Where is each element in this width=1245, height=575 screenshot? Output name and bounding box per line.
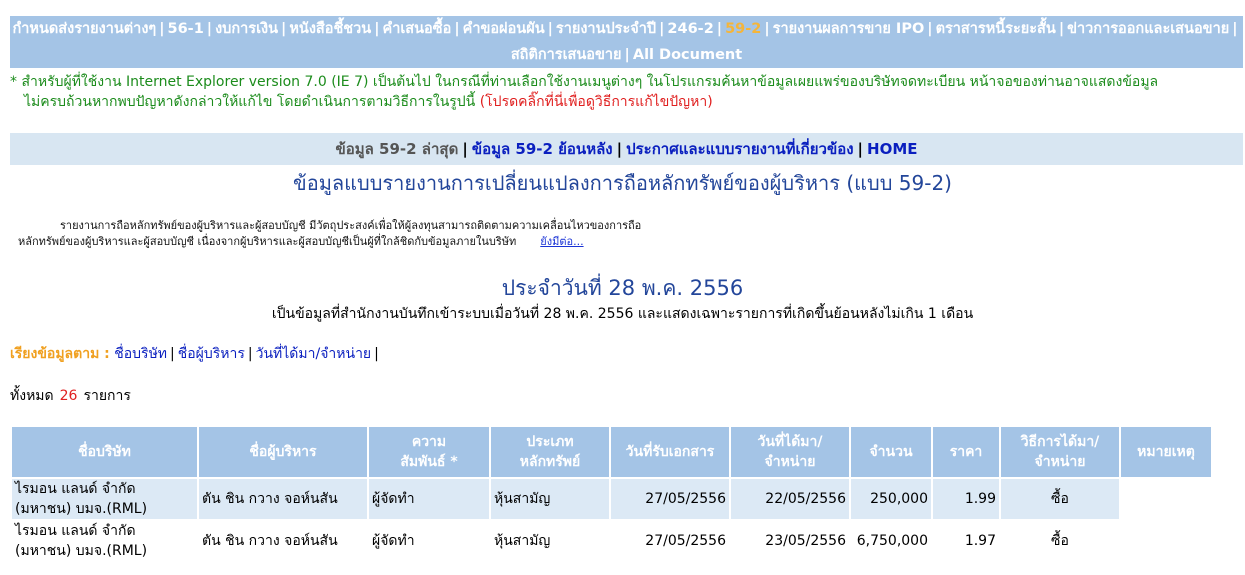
col-remark: หมายเหตุ xyxy=(1121,427,1211,477)
nav-separator: | xyxy=(716,21,723,37)
nav-deadlines[interactable]: กำหนดส่งรายงานต่างๆ xyxy=(12,21,156,37)
nav-annual-report[interactable]: รายงานประจำปี xyxy=(556,21,656,37)
cell-amount: 250,000 xyxy=(851,479,931,519)
sort-by-trade-date[interactable]: วันที่ได้มา/จำหน่าย xyxy=(256,346,372,362)
nav-separator: | xyxy=(206,21,213,37)
nav-separator: | xyxy=(1232,21,1238,37)
col-method: วิธีการได้มา/ จำหน่าย xyxy=(1001,427,1119,477)
total-number: 26 xyxy=(59,388,78,404)
ie-compatibility-note: * สำหรับผู้ที่ใช้งาน Internet Explorer v… xyxy=(10,72,1240,112)
top-navigation: กำหนดส่งรายงานต่างๆ | 56-1 | งบการเงิน | หนังส… xyxy=(10,16,1243,68)
cell-received-date: 27/05/2556 xyxy=(611,479,729,519)
date-description: เป็นข้อมูลที่สำนักงานบันทึกเข้าระบบเมื่อ… xyxy=(271,306,974,322)
subnav-separator: | xyxy=(462,140,468,158)
col-executive: ชื่อผู้บริหาร xyxy=(199,427,367,477)
cell-company: ไรมอน แลนด์ จำกัด (มหาชน) บมจ.(RML) xyxy=(12,521,197,561)
nav-separator: | xyxy=(281,21,287,37)
cell-method: ซื้อ xyxy=(1001,479,1119,519)
cell-price: 1.97 xyxy=(933,521,999,561)
date-title: ประจำวันที่ 28 พ.ค. 2556 xyxy=(501,276,744,300)
nav-prospectus[interactable]: หนังสือชี้ชวน xyxy=(289,21,371,37)
sort-separator: | xyxy=(374,346,379,362)
col-security-type: ประเภท หลักทรัพย์ xyxy=(491,427,609,477)
ie-fix-link[interactable]: (โปรดคลิ๊กที่นี่เพื่อดูวิธีการแก้ไขปัญหา… xyxy=(480,94,713,110)
sort-by-company[interactable]: ชื่อบริษัท xyxy=(114,346,167,362)
cell-executive: ตัน ชิน กวาง จอห์นสัน xyxy=(199,521,367,561)
nav-ipo-sales-report[interactable]: รายงานผลการขาย IPO xyxy=(773,21,925,37)
intro-line-1: รายงานการถือหลักทรัพย์ของผู้บริหารและผู้… xyxy=(60,219,642,232)
nav-separator: | xyxy=(927,21,933,37)
nav-offering-statistics[interactable]: สถิติการเสนอขาย xyxy=(511,47,622,63)
subnav-announcements-link[interactable]: ประกาศและแบบรายงานที่เกี่ยวข้อง xyxy=(626,140,853,158)
read-more-link[interactable]: ยังมีต่อ... xyxy=(540,235,583,248)
nav-separator: | xyxy=(547,21,553,37)
total-suffix: รายการ xyxy=(83,388,131,404)
nav-waiver-request[interactable]: คำขอผ่อนผัน xyxy=(463,21,545,37)
cell-amount: 6,750,000 xyxy=(851,521,931,561)
cell-remark xyxy=(1121,521,1211,561)
cell-remark xyxy=(1121,479,1211,519)
nav-separator: | xyxy=(659,21,665,37)
sort-bar: เรียงข้อมูลตาม : ชื่อบริษัท | ชื่อผู้บริหา… xyxy=(10,344,382,364)
table-row: ไรมอน แลนด์ จำกัด (มหาชน) บมจ.(RML) ตัน … xyxy=(12,521,1211,561)
ie-note-text2: ไม่ครบถ้วนหากพบปัญหาดังกล่าวให้แก้ไข โดย… xyxy=(24,94,476,110)
nav-separator: | xyxy=(159,21,165,37)
cell-trade-date: 23/05/2556 xyxy=(731,521,849,561)
col-received-date: วันที่รับเอกสาร xyxy=(611,427,729,477)
nav-59-2[interactable]: 59-2 xyxy=(725,21,761,37)
nav-separator: | xyxy=(374,21,380,37)
nav-short-term-debt[interactable]: ตราสารหนี้ระยะสั้น xyxy=(936,21,1056,37)
table-header-row: ชื่อบริษัท ชื่อผู้บริหาร ความ สัมพันธ์ *… xyxy=(12,427,1211,477)
nav-issuance-news[interactable]: ข่าวการออกและเสนอขาย xyxy=(1067,21,1229,37)
subnav-history-link[interactable]: ข้อมูล 59-2 ย้อนหลัง xyxy=(472,140,613,158)
cell-received-date: 27/05/2556 xyxy=(611,521,729,561)
sort-label: เรียงข้อมูลตาม : xyxy=(10,346,110,362)
col-company: ชื่อบริษัท xyxy=(12,427,197,477)
total-count: ทั้งหมด 26 รายการ xyxy=(10,386,131,406)
intro-line-2: หลักทรัพย์ของผู้บริหารและผู้สอบบัญชี เนื… xyxy=(18,235,517,248)
sort-separator: | xyxy=(247,346,253,362)
cell-security-type: หุ้นสามัญ xyxy=(491,479,609,519)
subnav-separator: | xyxy=(616,140,623,158)
nav-246-2[interactable]: 246-2 xyxy=(667,21,713,37)
cell-price: 1.99 xyxy=(933,479,999,519)
nav-separator: | xyxy=(624,47,630,63)
nav-financial-statements[interactable]: งบการเงิน xyxy=(215,21,278,37)
nav-separator: | xyxy=(1058,21,1065,37)
subnav-home-link[interactable]: HOME xyxy=(867,140,917,158)
col-relation: ความ สัมพันธ์ * xyxy=(369,427,489,477)
ie-note-line2: ไม่ครบถ้วนหากพบปัญหาดังกล่าวให้แก้ไข โดย… xyxy=(10,92,1240,112)
col-trade-date: วันที่ได้มา/ จำหน่าย xyxy=(731,427,849,477)
nav-separator: | xyxy=(454,21,460,37)
subnav-separator: | xyxy=(857,140,864,158)
cell-relation: ผู้จัดทำ xyxy=(369,479,489,519)
cell-relation: ผู้จัดทำ xyxy=(369,521,489,561)
cell-trade-date: 22/05/2556 xyxy=(731,479,849,519)
col-amount: จำนวน xyxy=(851,427,931,477)
transactions-table: ชื่อบริษัท ชื่อผู้บริหาร ความ สัมพันธ์ *… xyxy=(10,425,1213,563)
sub-navigation: ข้อมูล 59-2 ล่าสุด | ข้อมูล 59-2 ย้อนหลัง |… xyxy=(10,133,1243,165)
cell-method: ซื้อ xyxy=(1001,521,1119,561)
page-title: ข้อมูลแบบรายงานการเปลี่ยนแปลงการถือหลักท… xyxy=(293,171,952,195)
sort-by-executive[interactable]: ชื่อผู้บริหาร xyxy=(178,346,245,362)
subnav-current: ข้อมูล 59-2 ล่าสุด xyxy=(335,140,459,158)
cell-executive: ตัน ชิน กวาง จอห์นสัน xyxy=(199,479,367,519)
table-row: ไรมอน แลนด์ จำกัด (มหาชน) บมจ.(RML) ตัน … xyxy=(12,479,1211,519)
total-prefix: ทั้งหมด xyxy=(10,388,54,404)
col-price: ราคา xyxy=(933,427,999,477)
nav-separator: | xyxy=(764,21,770,37)
nav-56-1[interactable]: 56-1 xyxy=(168,21,204,37)
intro-text: รายงานการถือหลักทรัพย์ของผู้บริหารและผู้… xyxy=(18,218,718,250)
cell-company: ไรมอน แลนด์ จำกัด (มหาชน) บมจ.(RML) xyxy=(12,479,197,519)
sort-separator: | xyxy=(170,346,175,362)
ie-note-text: * สำหรับผู้ที่ใช้งาน Internet Explorer v… xyxy=(10,74,1159,90)
nav-tender-offer[interactable]: คำเสนอซื้อ xyxy=(383,21,452,37)
nav-all-document[interactable]: All Document xyxy=(633,47,742,63)
cell-security-type: หุ้นสามัญ xyxy=(491,521,609,561)
